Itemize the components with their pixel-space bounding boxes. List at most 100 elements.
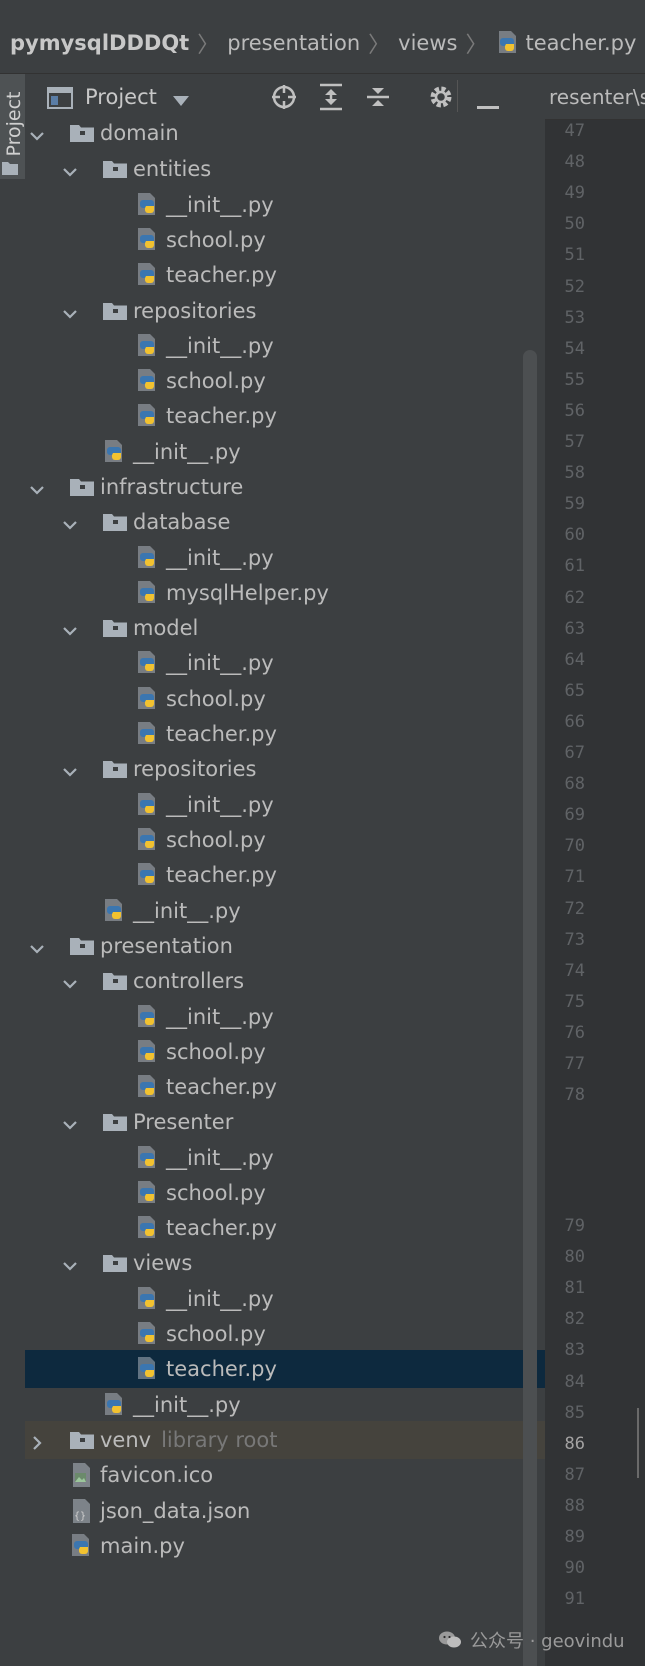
tree-folder-row[interactable]: model — [25, 609, 545, 647]
chevron-down-icon[interactable] — [62, 1255, 78, 1271]
line-number: 84 — [564, 1371, 585, 1392]
folder-icon — [102, 968, 128, 994]
tree-scrollbar[interactable] — [523, 350, 537, 1666]
tree-file-row[interactable]: teacher.py — [25, 397, 545, 435]
tree-folder-row[interactable]: repositories — [25, 292, 545, 330]
chevron-down-icon[interactable] — [62, 161, 78, 177]
tree-file-row[interactable]: __init__.py — [25, 1139, 545, 1177]
chevron-down-icon[interactable] — [173, 91, 189, 110]
tree-folder-row[interactable]: infrastructure — [25, 468, 545, 506]
tree-folder-row[interactable]: views — [25, 1244, 545, 1282]
chevron-down-icon[interactable] — [29, 125, 45, 141]
tree-file-row[interactable]: school.py — [25, 680, 545, 718]
tree-item-label: __init__.py — [166, 651, 274, 675]
tree-item-label: school.py — [166, 228, 266, 252]
tree-file-row[interactable]: school.py — [25, 221, 545, 259]
line-number: 86 — [564, 1433, 585, 1454]
tree-file-row[interactable]: teacher.py — [25, 856, 545, 894]
tree-file-row[interactable]: __init__.py — [25, 892, 545, 930]
tree-item-label: venv library root — [100, 1428, 278, 1452]
breadcrumb-project[interactable]: pymysqlDDDQt — [10, 31, 189, 55]
tree-file-row[interactable]: __init__.py — [25, 539, 545, 577]
breadcrumb-separator: 〉 — [368, 32, 391, 58]
folder-icon — [102, 298, 128, 324]
tree-file-row[interactable]: __init__.py — [25, 1386, 545, 1424]
tree-folder-row[interactable]: Presenter — [25, 1103, 545, 1141]
tree-item-label: main.py — [100, 1534, 185, 1558]
tree-file-row[interactable]: __init__.py — [25, 786, 545, 824]
expand-all-icon[interactable] — [318, 83, 344, 115]
tree-folder-row[interactable]: presentation — [25, 927, 545, 965]
tree-file-row[interactable]: __init__.py — [25, 433, 545, 471]
tree-item-label: repositories — [133, 757, 257, 781]
tree-file-row[interactable]: __init__.py — [25, 186, 545, 224]
tree-file-row[interactable]: teacher.py — [25, 1350, 545, 1388]
chevron-down-icon[interactable] — [62, 1114, 78, 1130]
project-view-title[interactable]: Project — [85, 82, 157, 112]
tree-folder-row[interactable]: repositories — [25, 750, 545, 788]
breadcrumb-views[interactable]: views — [398, 31, 457, 55]
tree-item-label: __init__.py — [133, 1393, 241, 1417]
breadcrumb-current-file[interactable]: teacher.py — [526, 31, 637, 55]
tree-file-row[interactable]: teacher.py — [25, 1068, 545, 1106]
folder-icon — [102, 156, 128, 182]
minimize-icon[interactable] — [477, 95, 499, 114]
tree-file-row[interactable]: school.py — [25, 1033, 545, 1071]
folder-icon — [69, 120, 95, 146]
tree-file-row[interactable]: school.py — [25, 821, 545, 859]
python-file-icon — [102, 898, 128, 924]
tree-file-row[interactable]: {} json_data.json — [25, 1492, 545, 1530]
chevron-down-icon[interactable] — [62, 973, 78, 989]
chevron-right-icon[interactable] — [29, 1432, 45, 1450]
tree-item-label: mysqlHelper.py — [166, 581, 329, 605]
chevron-down-icon[interactable] — [29, 479, 45, 495]
python-file-icon — [135, 1004, 161, 1030]
window-top-strip — [0, 0, 645, 12]
tree-file-row[interactable]: school.py — [25, 362, 545, 400]
tree-file-row[interactable]: teacher.py — [25, 1209, 545, 1247]
tree-file-row[interactable]: __init__.py — [25, 644, 545, 682]
tree-file-row[interactable]: teacher.py — [25, 256, 545, 294]
locate-icon[interactable] — [270, 83, 298, 115]
chevron-down-icon[interactable] — [62, 761, 78, 777]
breadcrumb-presentation[interactable]: presentation — [227, 31, 360, 55]
tree-folder-row[interactable]: controllers — [25, 962, 545, 1000]
python-file-icon — [102, 439, 128, 465]
svg-text:{}: {} — [74, 1511, 86, 1522]
tree-item-label: __init__.py — [133, 899, 241, 923]
tree-folder-row[interactable]: entities — [25, 150, 545, 188]
tree-file-row[interactable]: main.py — [25, 1527, 545, 1565]
tree-item-label: __init__.py — [166, 334, 274, 358]
line-number: 50 — [564, 214, 585, 235]
tree-file-row[interactable]: __init__.py — [25, 327, 545, 365]
python-file-icon — [135, 227, 161, 253]
breadcrumb: pymysqlDDDQt 〉 presentation 〉 views 〉 te… — [0, 12, 645, 74]
tree-item-label: entities — [133, 157, 212, 181]
tree-item-label: school.py — [166, 1040, 266, 1064]
python-file-icon — [135, 403, 161, 429]
tree-file-row[interactable]: teacher.py — [25, 715, 545, 753]
tree-item-label: teacher.py — [166, 1357, 277, 1381]
line-number: 79 — [564, 1216, 585, 1236]
gear-icon[interactable] — [427, 83, 455, 115]
chevron-down-icon[interactable] — [62, 514, 78, 530]
tree-file-row[interactable]: school.py — [25, 1315, 545, 1353]
tree-item-label: favicon.ico — [100, 1463, 214, 1487]
chevron-down-icon[interactable] — [62, 303, 78, 319]
tree-file-row[interactable]: school.py — [25, 1174, 545, 1212]
chevron-down-icon[interactable] — [29, 938, 45, 954]
line-number: 67 — [564, 743, 585, 763]
editor-tab[interactable]: resenter\s — [545, 74, 645, 120]
tree-file-row[interactable]: favicon.ico — [25, 1456, 545, 1494]
collapse-all-icon[interactable] — [365, 83, 391, 115]
chevron-down-icon[interactable] — [62, 620, 78, 636]
tree-folder-row[interactable]: domain — [25, 114, 545, 152]
tree-file-row[interactable]: mysqlHelper.py — [25, 574, 545, 612]
tree-folder-row[interactable]: database — [25, 503, 545, 541]
python-file-icon — [135, 1356, 161, 1382]
line-number: 49 — [564, 183, 585, 204]
tree-file-row[interactable]: __init__.py — [25, 1280, 545, 1318]
editor-scroll-marker — [637, 1408, 639, 1478]
tree-file-row[interactable]: __init__.py — [25, 998, 545, 1036]
tree-folder-row[interactable]: venv library root — [25, 1421, 545, 1459]
